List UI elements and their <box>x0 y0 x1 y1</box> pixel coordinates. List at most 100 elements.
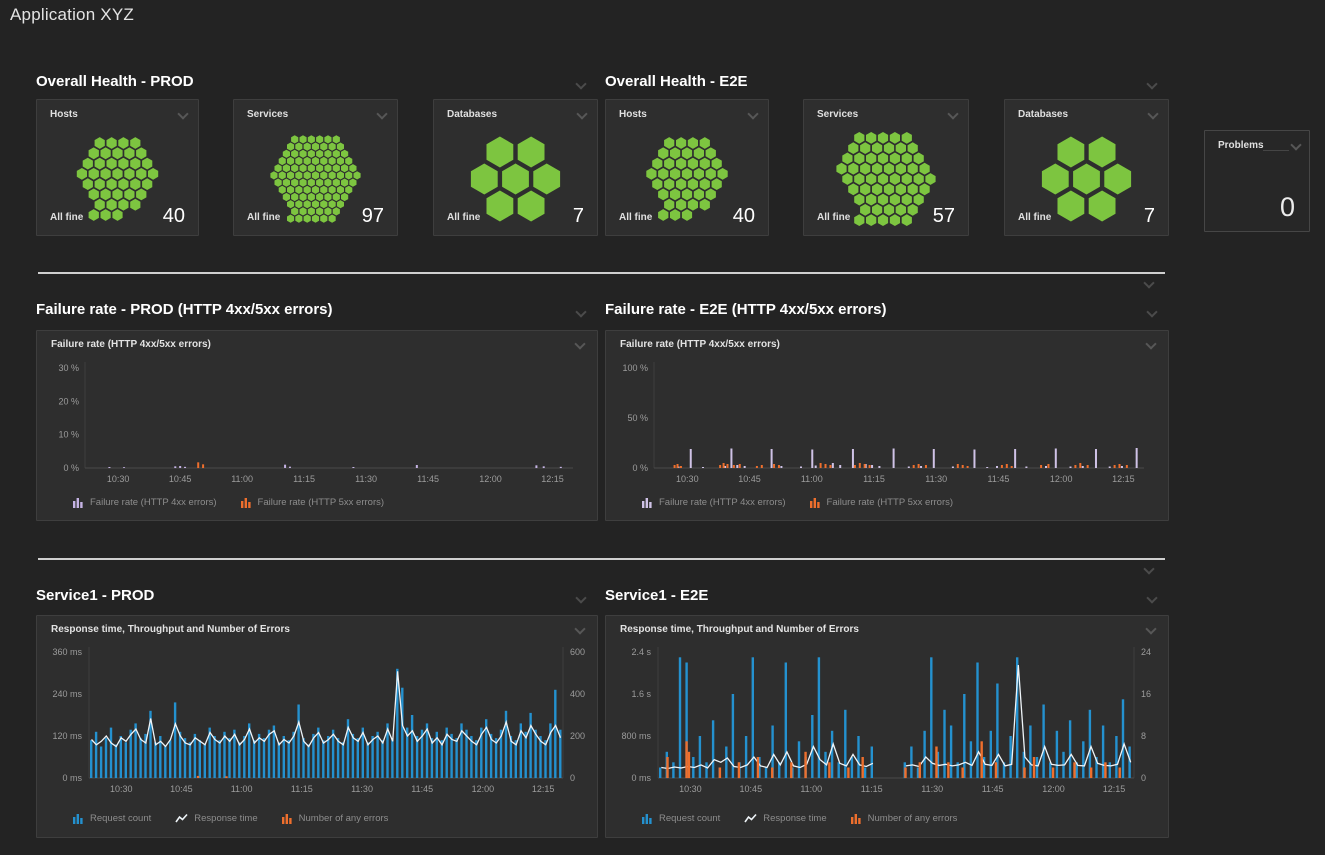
chart-title: Failure rate (HTTP 4xx/5xx errors) <box>51 339 211 350</box>
svg-text:12:00: 12:00 <box>1042 784 1065 794</box>
chart-legend: Failure rate (HTTP 4xx errors) Failure ra… <box>642 497 953 508</box>
chevron-down-icon[interactable] <box>577 109 587 119</box>
legend-label: Failure rate (HTTP 5xx errors) <box>258 497 385 508</box>
health-tile-hosts-e2e[interactable]: Hosts All fine 40 <box>605 99 769 236</box>
health-tile-databases-e2e[interactable]: Databases All fine 7 <box>1004 99 1169 236</box>
problems-tile[interactable]: Problems 0 <box>1204 130 1310 232</box>
legend-label: Request count <box>90 813 151 824</box>
section-title-overall-health-prod: Overall Health - PROD <box>36 73 194 90</box>
legend-label: Response time <box>763 813 826 824</box>
svg-text:20 %: 20 % <box>58 396 79 406</box>
health-tile-hosts-prod[interactable]: Hosts All fine 40 <box>36 99 199 236</box>
service-metrics-chart[interactable]: 0 ms120 ms240 ms360 ms020040060010:3010:… <box>37 642 597 804</box>
svg-text:11:30: 11:30 <box>351 784 373 794</box>
legend-label: Number of any errors <box>299 813 389 824</box>
svg-text:0 ms: 0 ms <box>62 773 82 783</box>
svg-text:12:00: 12:00 <box>472 784 495 794</box>
problems-sparkline <box>1263 150 1289 151</box>
failure-rate-chart[interactable]: 0 %10 %20 %30 %10:3010:4511:0011:1511:30… <box>37 357 597 487</box>
chevron-down-icon[interactable] <box>576 593 586 603</box>
legend-item[interactable]: Failure rate (HTTP 4xx errors) <box>73 497 217 508</box>
legend-item[interactable]: Response time <box>744 813 826 824</box>
entity-count: 57 <box>933 205 955 228</box>
chevron-down-icon[interactable] <box>1147 593 1157 603</box>
status-text: All fine <box>817 212 850 223</box>
chart-tile-failure-e2e[interactable]: Failure rate (HTTP 4xx/5xx errors) 0 %50… <box>605 330 1169 521</box>
chevron-down-icon[interactable] <box>948 109 958 119</box>
legend-item[interactable]: Request count <box>73 813 151 824</box>
legend-item[interactable]: Number of any errors <box>851 813 958 824</box>
chart-tile-service1-e2e[interactable]: Response time, Throughput and Number of … <box>605 615 1169 838</box>
svg-text:11:15: 11:15 <box>291 784 313 794</box>
svg-text:10:45: 10:45 <box>169 474 192 484</box>
svg-text:10 %: 10 % <box>58 430 79 440</box>
svg-text:16: 16 <box>1141 689 1151 699</box>
bar-series-icon <box>241 497 252 508</box>
legend-item[interactable]: Failure rate (HTTP 5xx errors) <box>810 497 954 508</box>
chevron-down-icon[interactable] <box>575 339 585 349</box>
bar-series-icon <box>642 813 653 824</box>
legend-item[interactable]: Request count <box>642 813 720 824</box>
chevron-down-icon[interactable] <box>576 79 586 89</box>
svg-text:11:15: 11:15 <box>293 474 315 484</box>
svg-text:12:15: 12:15 <box>541 474 564 484</box>
section-title-failure-prod: Failure rate - PROD (HTTP 4xx/5xx errors… <box>36 301 333 318</box>
chevron-down-icon[interactable] <box>1148 109 1158 119</box>
health-tile-services-prod[interactable]: Services All fine 97 <box>233 99 398 236</box>
svg-text:11:15: 11:15 <box>861 784 883 794</box>
dashboard: Application XYZ Overall Health - PROD Ov… <box>0 0 1325 855</box>
svg-text:11:45: 11:45 <box>982 784 1004 794</box>
svg-text:30 %: 30 % <box>58 363 79 373</box>
legend-item[interactable]: Number of any errors <box>282 813 389 824</box>
chevron-down-icon[interactable] <box>1146 339 1156 349</box>
svg-text:0: 0 <box>570 773 575 783</box>
svg-text:1.6 s: 1.6 s <box>631 689 651 699</box>
svg-text:11:00: 11:00 <box>800 784 822 794</box>
tile-label: Hosts <box>50 109 78 120</box>
tile-label: Databases <box>447 109 497 120</box>
chart-tile-failure-prod[interactable]: Failure rate (HTTP 4xx/5xx errors) 0 % 10… <box>36 330 598 521</box>
svg-text:2.4 s: 2.4 s <box>631 647 651 657</box>
chevron-down-icon[interactable] <box>178 109 188 119</box>
chevron-down-icon[interactable] <box>576 307 586 317</box>
entity-count: 97 <box>362 205 384 228</box>
status-text: All fine <box>247 212 280 223</box>
svg-text:100 %: 100 % <box>622 363 648 373</box>
chevron-down-icon[interactable] <box>1147 79 1157 89</box>
chevron-down-icon[interactable] <box>748 109 758 119</box>
chart-tile-service1-prod[interactable]: Response time, Throughput and Number of … <box>36 615 598 838</box>
chevron-down-icon[interactable] <box>377 109 387 119</box>
line-series-icon <box>744 813 757 824</box>
failure-rate-chart[interactable]: 0 %50 %100 %10:3010:4511:0011:1511:3011:… <box>606 357 1168 487</box>
svg-text:11:00: 11:00 <box>801 474 823 484</box>
chevron-down-icon[interactable] <box>1144 278 1154 288</box>
legend-item[interactable]: Response time <box>175 813 257 824</box>
section-title-service1-prod: Service1 - PROD <box>36 587 154 604</box>
chevron-down-icon[interactable] <box>1144 564 1154 574</box>
chart-title: Response time, Throughput and Number of … <box>620 624 859 635</box>
svg-text:0 %: 0 % <box>63 463 79 473</box>
svg-text:0 %: 0 % <box>632 463 648 473</box>
svg-text:240 ms: 240 ms <box>52 689 82 699</box>
chevron-down-icon[interactable] <box>575 624 585 634</box>
entity-count: 7 <box>573 205 584 228</box>
chart-legend: Failure rate (HTTP 4xx errors) Failure ra… <box>73 497 384 508</box>
legend-label: Failure rate (HTTP 4xx errors) <box>659 497 786 508</box>
bar-series-icon <box>73 813 84 824</box>
svg-text:11:30: 11:30 <box>355 474 377 484</box>
health-tile-databases-prod[interactable]: Databases All fine 7 <box>433 99 598 236</box>
svg-text:24: 24 <box>1141 647 1151 657</box>
legend-item[interactable]: Failure rate (HTTP 5xx errors) <box>241 497 385 508</box>
chart-title: Response time, Throughput and Number of … <box>51 624 290 635</box>
legend-item[interactable]: Failure rate (HTTP 4xx errors) <box>642 497 786 508</box>
svg-text:12:00: 12:00 <box>1050 474 1073 484</box>
svg-text:12:15: 12:15 <box>532 784 555 794</box>
chevron-down-icon[interactable] <box>1147 307 1157 317</box>
chevron-down-icon[interactable] <box>1146 624 1156 634</box>
page-title: Application XYZ <box>10 5 134 25</box>
chevron-down-icon[interactable] <box>1291 140 1301 150</box>
health-tile-services-e2e[interactable]: Services All fine 57 <box>803 99 969 236</box>
status-text: All fine <box>447 212 480 223</box>
svg-text:11:00: 11:00 <box>231 474 253 484</box>
service-metrics-chart[interactable]: 0 ms800 ms1.6 s2.4 s08162410:3010:4511:0… <box>606 642 1168 804</box>
